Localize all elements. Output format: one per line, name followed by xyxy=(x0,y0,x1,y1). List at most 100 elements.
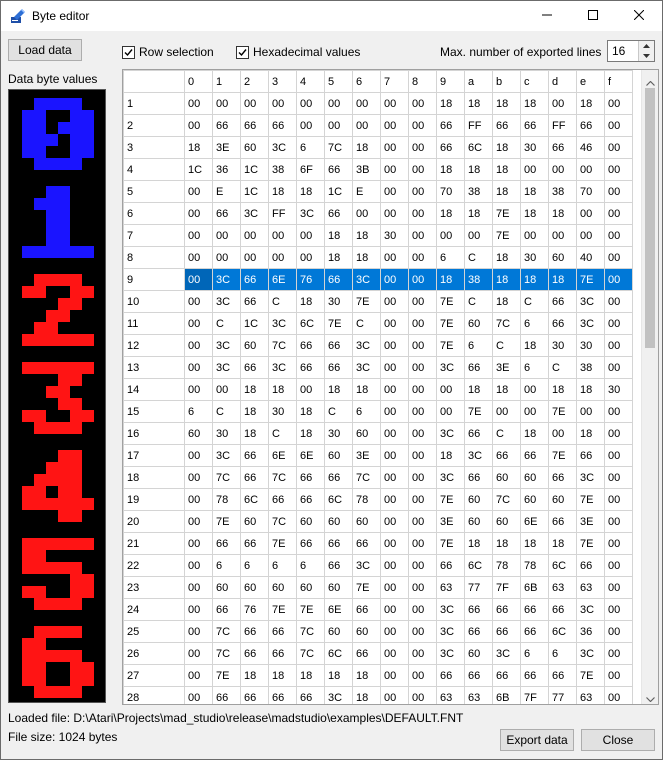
byte-cell[interactable]: 60 xyxy=(352,422,381,445)
byte-cell[interactable]: 7C xyxy=(212,620,241,643)
byte-cell[interactable]: 63 xyxy=(576,686,605,704)
byte-cell[interactable]: 3C xyxy=(324,686,353,704)
byte-cell[interactable]: 77 xyxy=(548,686,577,704)
byte-cell[interactable]: 7C xyxy=(296,642,325,665)
byte-cell[interactable]: 00 xyxy=(212,378,241,401)
byte-cell[interactable]: 66 xyxy=(352,598,381,621)
byte-cell[interactable]: 66 xyxy=(296,356,325,379)
byte-cell[interactable]: 66 xyxy=(240,114,269,137)
byte-cell[interactable]: 6E xyxy=(520,510,549,533)
byte-cell[interactable]: 00 xyxy=(604,488,633,511)
byte-cell[interactable]: 18 xyxy=(464,92,493,115)
byte-cell[interactable]: 00 xyxy=(184,202,213,225)
byte-cell[interactable]: 66 xyxy=(492,444,521,467)
row-number[interactable]: 10 xyxy=(123,290,185,313)
byte-cell[interactable]: 3C xyxy=(436,466,465,489)
byte-cell[interactable]: 6C xyxy=(240,488,269,511)
byte-cell[interactable]: 00 xyxy=(380,180,409,203)
byte-cell[interactable]: 18 xyxy=(492,158,521,181)
maximize-button[interactable] xyxy=(570,1,616,31)
byte-cell[interactable]: 00 xyxy=(184,510,213,533)
byte-cell[interactable]: 30 xyxy=(268,400,297,423)
byte-cell[interactable]: 18 xyxy=(576,378,605,401)
byte-cell[interactable]: 00 xyxy=(184,466,213,489)
spin-up-icon[interactable] xyxy=(638,41,654,51)
byte-cell[interactable]: 18 xyxy=(352,246,381,269)
row-number[interactable]: 8 xyxy=(123,246,185,269)
byte-cell[interactable]: 7E xyxy=(268,598,297,621)
byte-cell[interactable]: 7E xyxy=(296,598,325,621)
byte-cell[interactable]: 60 xyxy=(464,510,493,533)
byte-cell[interactable]: 18 xyxy=(520,422,549,445)
byte-cell[interactable]: 00 xyxy=(604,202,633,225)
byte-cell[interactable]: C xyxy=(352,312,381,335)
byte-cell[interactable]: 6 xyxy=(268,554,297,577)
row-number[interactable]: 13 xyxy=(123,356,185,379)
byte-cell[interactable]: 60 xyxy=(296,510,325,533)
byte-cell[interactable]: 76 xyxy=(296,268,325,291)
byte-cell[interactable]: 00 xyxy=(408,268,437,291)
byte-cell[interactable]: 30 xyxy=(324,290,353,313)
byte-cell[interactable]: 6E xyxy=(268,444,297,467)
byte-cell[interactable]: 70 xyxy=(576,180,605,203)
column-header[interactable]: f xyxy=(604,70,633,93)
byte-cell[interactable]: 66 xyxy=(548,664,577,687)
byte-cell[interactable]: 60 xyxy=(296,576,325,599)
byte-cell[interactable]: 00 xyxy=(184,378,213,401)
byte-cell[interactable]: 00 xyxy=(296,92,325,115)
table-row[interactable]: 20 00 7E 60 7C 60 60 60 00 00 3E 60 60 6E 66 3E 00 xyxy=(123,510,633,533)
byte-cell[interactable]: 7C xyxy=(268,466,297,489)
byte-cell[interactable]: 18 xyxy=(548,268,577,291)
column-header[interactable]: 3 xyxy=(268,70,297,93)
byte-cell[interactable]: 6F xyxy=(296,158,325,181)
byte-cell[interactable]: 40 xyxy=(576,246,605,269)
byte-cell[interactable]: 6C xyxy=(548,620,577,643)
byte-cell[interactable]: 3C xyxy=(436,642,465,665)
byte-cell[interactable]: 00 xyxy=(240,246,269,269)
byte-cell[interactable]: 00 xyxy=(296,224,325,247)
table-row[interactable]: 6 00 66 3C FF 3C 66 00 00 00 18 18 7E 18 18 00 00 xyxy=(123,202,633,225)
byte-cell[interactable]: 00 xyxy=(380,444,409,467)
byte-cell[interactable]: FF xyxy=(268,202,297,225)
byte-cell[interactable]: 66 xyxy=(548,598,577,621)
byte-cell[interactable]: 00 xyxy=(604,554,633,577)
byte-cell[interactable]: 00 xyxy=(380,532,409,555)
byte-cell[interactable]: 30 xyxy=(548,334,577,357)
byte-cell[interactable]: 00 xyxy=(408,312,437,335)
byte-cell[interactable]: 66 xyxy=(212,532,241,555)
byte-cell[interactable]: 18 xyxy=(464,202,493,225)
byte-cell[interactable]: 60 xyxy=(324,576,353,599)
byte-cell[interactable]: 3C xyxy=(436,356,465,379)
byte-cell[interactable]: 3B xyxy=(352,158,381,181)
byte-cell[interactable]: 30 xyxy=(576,334,605,357)
byte-cell[interactable]: 6C xyxy=(548,554,577,577)
byte-cell[interactable]: 18 xyxy=(492,290,521,313)
byte-cell[interactable]: 18 xyxy=(240,422,269,445)
column-header[interactable]: c xyxy=(520,70,549,93)
byte-cell[interactable]: E xyxy=(352,180,381,203)
byte-cell[interactable]: 66 xyxy=(240,356,269,379)
byte-cell[interactable]: 30 xyxy=(380,224,409,247)
row-number[interactable]: 6 xyxy=(123,202,185,225)
byte-cell[interactable]: 66 xyxy=(324,532,353,555)
byte-cell[interactable]: 36 xyxy=(212,158,241,181)
byte-cell[interactable]: 6B xyxy=(492,686,521,704)
byte-cell[interactable]: 00 xyxy=(380,114,409,137)
byte-cell[interactable]: 66 xyxy=(520,664,549,687)
row-number[interactable]: 24 xyxy=(123,598,185,621)
byte-cell[interactable]: 3C xyxy=(352,268,381,291)
byte-cell[interactable]: 18 xyxy=(296,180,325,203)
byte-cell[interactable]: 60 xyxy=(324,510,353,533)
byte-cell[interactable]: 00 xyxy=(380,598,409,621)
row-selection-checkbox[interactable]: Row selection xyxy=(122,45,214,59)
byte-cell[interactable]: 00 xyxy=(268,246,297,269)
byte-cell[interactable]: 7E xyxy=(548,444,577,467)
byte-cell[interactable]: C xyxy=(548,356,577,379)
byte-cell[interactable]: 00 xyxy=(604,664,633,687)
byte-cell[interactable]: 18 xyxy=(184,136,213,159)
byte-cell[interactable]: 00 xyxy=(604,312,633,335)
byte-cell[interactable]: 60 xyxy=(352,510,381,533)
byte-cell[interactable]: 00 xyxy=(268,92,297,115)
byte-cell[interactable]: 18 xyxy=(492,268,521,291)
byte-cell[interactable]: 60 xyxy=(240,334,269,357)
